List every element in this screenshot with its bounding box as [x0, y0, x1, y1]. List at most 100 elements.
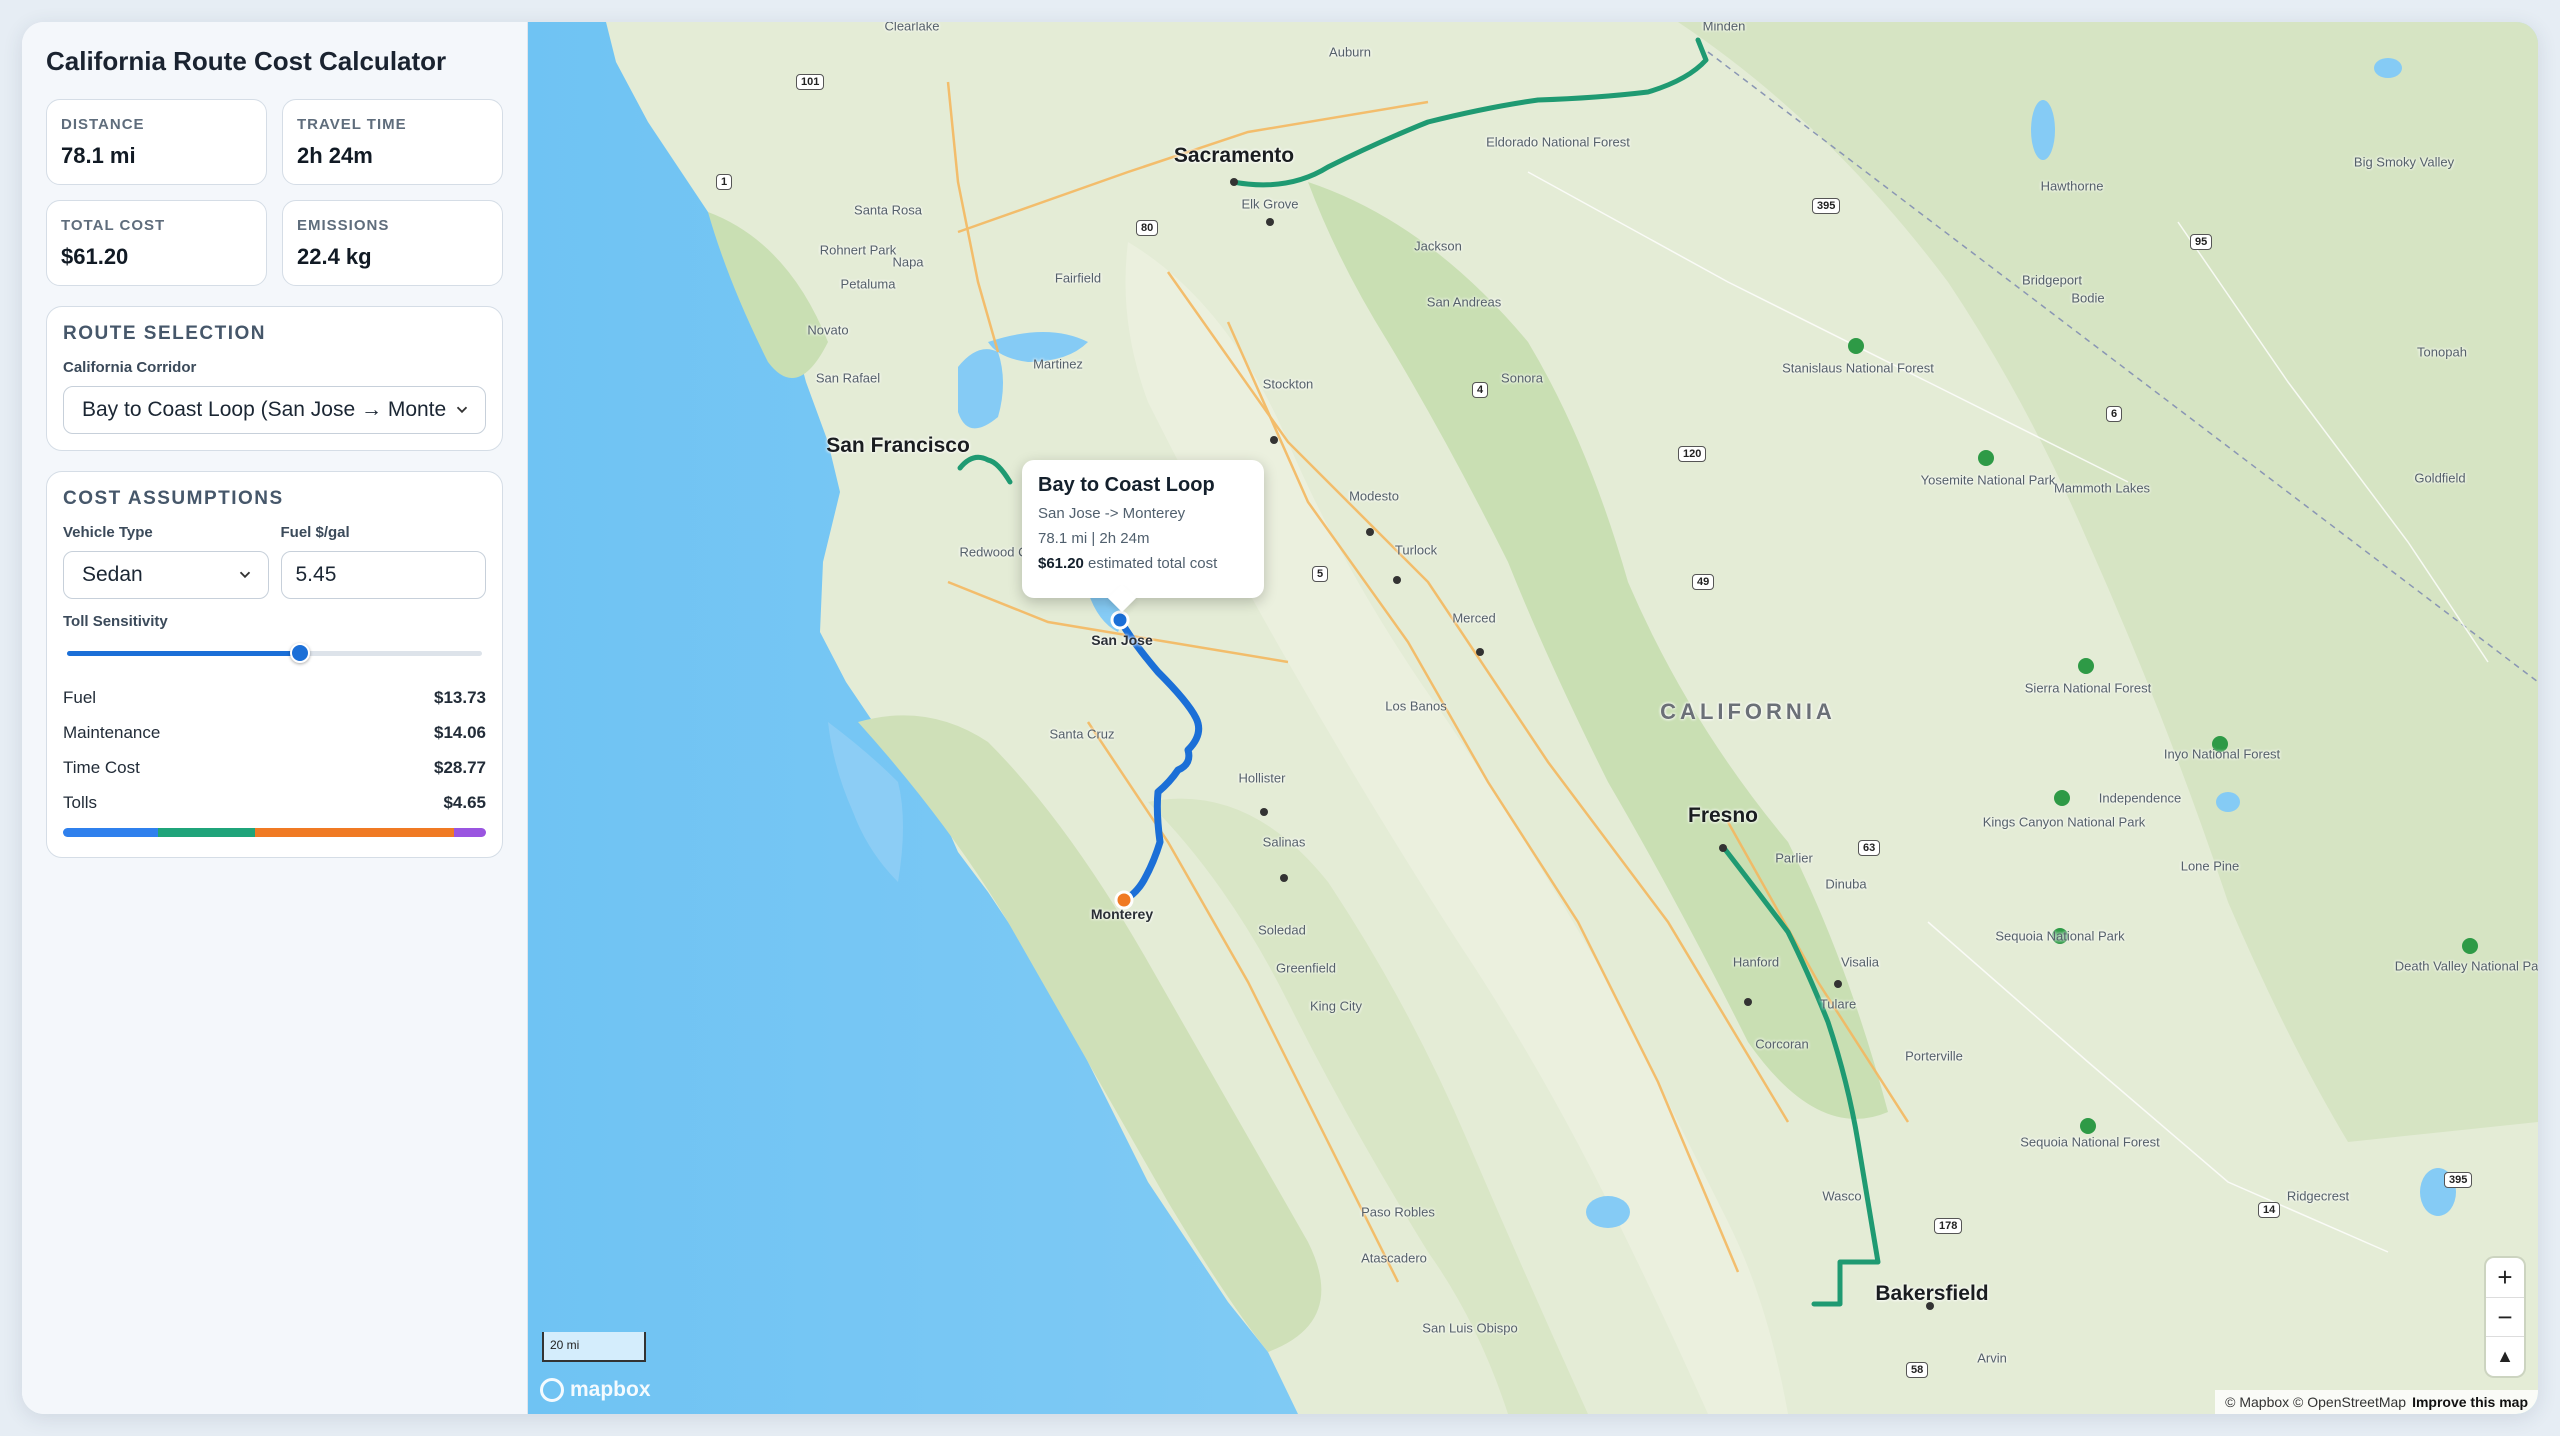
route-endpoint-label: Monterey [1090, 906, 1154, 922]
major-city-label: Fresno [1687, 804, 1759, 827]
stat-label: TRAVEL TIME [297, 116, 407, 133]
popup-route-line: San Jose -> Monterey [1038, 505, 1186, 522]
city-label: Tulare [1819, 996, 1857, 1012]
cost-row-maintenance: Maintenance $14.06 [63, 715, 486, 750]
popup-cost-value: $61.20 [1038, 555, 1084, 572]
city-label: Stockton [1262, 376, 1314, 392]
highway-shield-icon: 178 [1934, 1218, 1963, 1234]
city-label: Dinuba [1825, 876, 1867, 892]
zoom-controls: + − ▲ [2486, 1258, 2524, 1376]
cost-bar-segment [453, 828, 486, 837]
city-label: Jackson [1414, 238, 1462, 254]
mapbox-logo[interactable]: mapbox [540, 1378, 651, 1402]
city-label: Clearlake [884, 22, 940, 34]
park-label: Inyo National Forest [2163, 746, 2281, 762]
toll-sensitivity-slider[interactable] [63, 638, 486, 668]
cost-value: $13.73 [434, 687, 486, 707]
highway-shield-icon: 63 [1858, 840, 1881, 856]
vehicle-type-select[interactable]: Sedan [63, 551, 269, 599]
slider-thumb[interactable] [289, 643, 310, 663]
highway-shield-icon: 101 [796, 74, 825, 90]
cost-label: Fuel [63, 687, 97, 707]
city-label: Minden [1702, 22, 1746, 34]
summary-stats: DISTANCE 78.1 mi TRAVEL TIME 2h 24m TOTA… [46, 99, 503, 286]
city-label: Sonora [1501, 370, 1543, 386]
popup-cost-line: $61.20 estimated total cost [1038, 555, 1248, 572]
stat-value: 22.4 kg [297, 244, 372, 269]
park-label: Sequoia National Forest [2020, 1134, 2160, 1150]
cost-label: Tolls [63, 792, 98, 812]
cost-bar-segment [63, 828, 158, 837]
city-label: Hanford [1732, 954, 1780, 970]
distance-stat: DISTANCE 78.1 mi [46, 99, 267, 185]
park-label: Sequoia National Park [1995, 928, 2125, 944]
city-label: Goldfield [2414, 470, 2466, 486]
map-scale: 20 mi [542, 1332, 646, 1362]
cost-row-fuel: Fuel $13.73 [63, 680, 486, 715]
park-label: Kings Canyon National Park [1982, 814, 2146, 830]
city-label: Lone Pine [2180, 858, 2240, 874]
compass-button[interactable]: ▲ [2486, 1337, 2524, 1376]
city-label: San Luis Obispo [1422, 1320, 1518, 1336]
city-label: Auburn [1329, 44, 1371, 60]
zoom-in-button[interactable]: + [2486, 1258, 2524, 1298]
city-label: Modesto [1349, 488, 1399, 504]
city-label: Arvin [1977, 1350, 2007, 1366]
toll-sensitivity-label: Toll Sensitivity [63, 613, 168, 630]
park-label: Sierra National Forest [2024, 680, 2152, 696]
highway-shield-icon: 1 [716, 174, 733, 190]
major-city-label: Sacramento [1173, 144, 1295, 167]
city-label: Atascadero [1361, 1250, 1427, 1266]
cost-row-tolls: Tolls $4.65 [63, 785, 486, 820]
city-label: Paso Robles [1361, 1204, 1435, 1220]
highway-shield-icon: 5 [1312, 566, 1329, 582]
highway-shield-icon: 95 [2190, 234, 2213, 250]
city-label: Santa Rosa [854, 202, 922, 218]
cost-label: Maintenance [63, 722, 161, 742]
highway-shield-icon: 80 [1136, 220, 1159, 236]
cost-breakdown: Fuel $13.73 Maintenance $14.06 Time Cost… [63, 680, 486, 820]
app-window: California Route Cost Calculator DISTANC… [22, 22, 2538, 1414]
city-label: Hawthorne [2040, 178, 2104, 194]
attribution-text[interactable]: © Mapbox © OpenStreetMap [2225, 1394, 2406, 1410]
corridor-label: California Corridor [63, 359, 197, 376]
park-label: Big Smoky Valley [2353, 154, 2455, 170]
city-label: San Andreas [1426, 294, 1502, 310]
park-label: Death Valley National Park [2394, 958, 2538, 974]
cost-row-time: Time Cost $28.77 [63, 750, 486, 785]
popup-title: Bay to Coast Loop [1038, 474, 1215, 496]
chevron-down-icon [239, 571, 250, 579]
city-label: Independence [2098, 790, 2182, 806]
stat-value: 78.1 mi [61, 143, 136, 168]
route-popup: Bay to Coast Loop San Jose -> Monterey 7… [1022, 460, 1264, 598]
vehicle-type-value: Sedan [82, 563, 143, 586]
cost-value: $14.06 [434, 722, 486, 742]
highway-shield-icon: 14 [2258, 1202, 2281, 1218]
major-city-label: Bakersfield [1875, 1282, 1989, 1305]
sidebar: California Route Cost Calculator DISTANC… [22, 22, 528, 1414]
corridor-select-value: Bay to Coast Loop (San Jose → Monterey) [82, 398, 447, 421]
zoom-out-button[interactable]: − [2486, 1298, 2524, 1338]
cost-label: Time Cost [63, 757, 140, 777]
highway-shield-icon: 6 [2106, 406, 2123, 422]
city-label: Hollister [1238, 770, 1286, 786]
vehicle-type-label: Vehicle Type [63, 524, 153, 541]
city-label: Santa Cruz [1049, 726, 1115, 742]
city-label: Novato [807, 322, 849, 338]
mapbox-logo-icon [540, 1378, 564, 1402]
emissions-stat: EMISSIONS 22.4 kg [282, 200, 503, 286]
travel-time-stat: TRAVEL TIME 2h 24m [282, 99, 503, 185]
improve-map-link[interactable]: Improve this map [2412, 1394, 2528, 1410]
fuel-price-input[interactable]: 5.45 [280, 551, 486, 599]
slider-fill [67, 651, 304, 656]
city-label: Turlock [1394, 542, 1438, 558]
cost-assumptions-card: COST ASSUMPTIONS Vehicle Type Sedan Fuel… [46, 471, 503, 858]
corridor-select[interactable]: Bay to Coast Loop (San Jose → Monterey) [63, 386, 486, 434]
city-label: Fairfield [1054, 270, 1102, 286]
cost-bar-segment [255, 828, 454, 837]
region-label: CALIFORNIA [1660, 699, 1836, 724]
city-label: Soledad [1258, 922, 1306, 938]
map-view[interactable]: Sacramento San Francisco Fresno Bakersfield… [528, 22, 2538, 1414]
city-label: Visalia [1840, 954, 1880, 970]
city-label: Martinez [1033, 356, 1083, 372]
